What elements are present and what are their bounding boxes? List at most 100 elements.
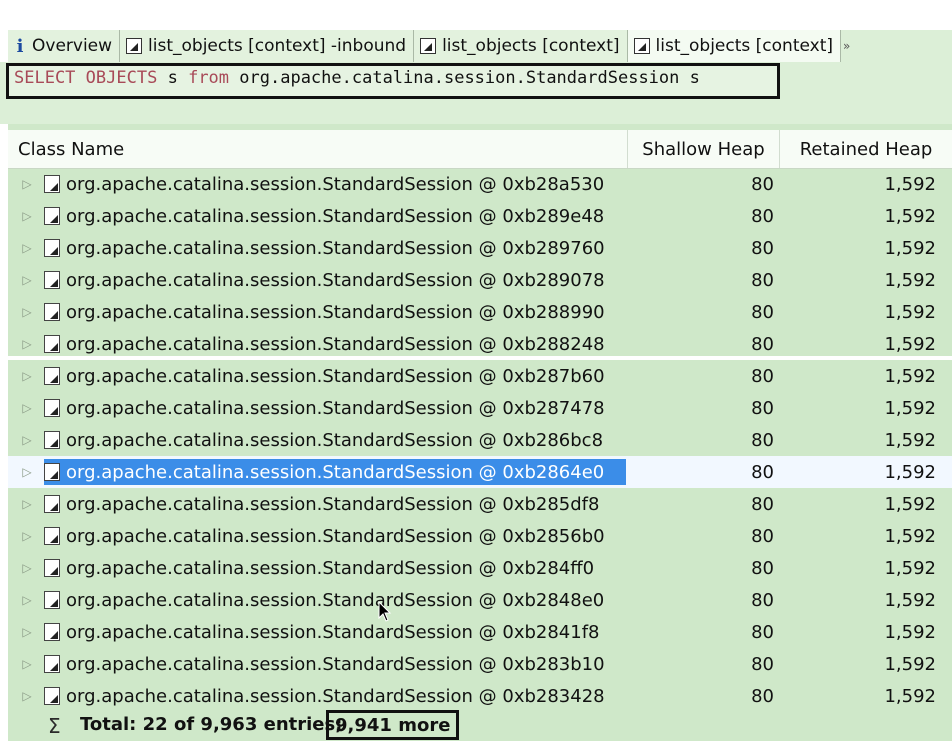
retained-heap-cell: 1,592	[884, 237, 936, 259]
column-header-class-name[interactable]: Class Name	[8, 130, 628, 168]
object-icon	[44, 527, 60, 545]
class-name-cell: org.apache.catalina.session.StandardSess…	[44, 363, 626, 389]
table-row[interactable]: ▷ org.apache.catalina.session.StandardSes…	[8, 552, 952, 584]
object-icon	[44, 559, 60, 577]
tab-list-objects-context-1[interactable]: list_objects [context]	[414, 30, 628, 62]
table-row[interactable]: ▷ org.apache.catalina.session.StandardSes…	[8, 456, 952, 488]
class-name-cell: org.apache.catalina.session.StandardSess…	[44, 427, 626, 453]
table-row[interactable]: ▷ org.apache.catalina.session.StandardSes…	[8, 232, 952, 264]
oql-alias: s	[689, 68, 700, 88]
document-icon	[420, 38, 437, 54]
document-icon	[633, 38, 650, 54]
shallow-heap-cell: 80	[751, 557, 774, 579]
total-row: Σ Total: 22 of 9,963 entries; 9,941 more	[8, 710, 952, 741]
object-icon	[44, 367, 60, 385]
class-name-text: org.apache.catalina.session.StandardSess…	[66, 525, 605, 547]
tab-bar: i Overview list_objects [context] -inbou…	[8, 30, 952, 63]
object-icon	[44, 687, 60, 705]
expand-triangle-icon[interactable]: ▷	[20, 488, 34, 520]
retained-heap-cell: 1,592	[884, 685, 936, 707]
sum-icon: Σ	[48, 714, 61, 738]
retained-heap-cell: 1,592	[884, 301, 936, 323]
oql-keyword: OBJECTS	[85, 68, 158, 88]
tab-overflow-icon[interactable]: »	[841, 30, 852, 62]
class-name-text: org.apache.catalina.session.StandardSess…	[66, 429, 604, 451]
expand-triangle-icon[interactable]: ▷	[20, 232, 34, 264]
expand-triangle-icon[interactable]: ▷	[20, 456, 34, 488]
table-row[interactable]: ▷ org.apache.catalina.session.StandardSes…	[8, 360, 952, 392]
expand-triangle-icon[interactable]: ▷	[20, 648, 34, 680]
table-row[interactable]: ▷ org.apache.catalina.session.StandardSes…	[8, 200, 952, 232]
object-icon	[44, 431, 60, 449]
expand-triangle-icon[interactable]: ▷	[20, 360, 34, 392]
class-name-cell: org.apache.catalina.session.StandardSess…	[44, 619, 626, 645]
class-name-cell: org.apache.catalina.session.StandardSess…	[44, 203, 626, 229]
retained-heap-cell: 1,592	[884, 173, 936, 195]
table-row[interactable]: ▷ org.apache.catalina.session.StandardSes…	[8, 648, 952, 680]
object-icon	[44, 463, 60, 481]
table-row[interactable]: ▷ org.apache.catalina.session.StandardSes…	[8, 520, 952, 552]
class-name-cell: org.apache.catalina.session.StandardSess…	[44, 491, 626, 517]
table-row[interactable]: ▷ org.apache.catalina.session.StandardSes…	[8, 392, 952, 424]
table-row[interactable]: ▷ org.apache.catalina.session.StandardSes…	[8, 616, 952, 648]
shallow-heap-cell: 80	[751, 365, 774, 387]
tab-overview[interactable]: i Overview	[8, 30, 121, 62]
object-icon	[44, 239, 60, 257]
expand-triangle-icon[interactable]: ▷	[20, 552, 34, 584]
expand-triangle-icon[interactable]: ▷	[20, 200, 34, 232]
column-header-retained-heap[interactable]: Retained Heap	[780, 130, 952, 168]
more-entries-link[interactable]: 9,941 more	[326, 710, 460, 740]
info-icon: i	[16, 35, 24, 57]
table-row[interactable]: ▷ org.apache.catalina.session.StandardSes…	[8, 424, 952, 456]
shallow-heap-cell: 80	[751, 525, 774, 547]
class-name-text: org.apache.catalina.session.StandardSess…	[66, 493, 600, 515]
shallow-heap-cell: 80	[751, 685, 774, 707]
class-name-cell: org.apache.catalina.session.StandardSess…	[44, 171, 626, 197]
object-icon	[44, 399, 60, 417]
expand-triangle-icon[interactable]: ▷	[20, 680, 34, 712]
class-name-text: org.apache.catalina.session.StandardSess…	[66, 685, 605, 707]
expand-triangle-icon[interactable]: ▷	[20, 296, 34, 328]
table-row[interactable]: ▷ org.apache.catalina.session.StandardSes…	[8, 680, 952, 712]
class-name-cell: org.apache.catalina.session.StandardSess…	[44, 395, 626, 421]
tab-label: list_objects [context] -inbound	[148, 36, 407, 56]
retained-heap-cell: 1,592	[884, 589, 936, 611]
class-name-text: org.apache.catalina.session.StandardSess…	[66, 365, 605, 387]
shallow-heap-cell: 80	[751, 173, 774, 195]
retained-heap-cell: 1,592	[884, 461, 936, 483]
expand-triangle-icon[interactable]: ▷	[20, 264, 34, 296]
shallow-heap-cell: 80	[751, 461, 774, 483]
shallow-heap-cell: 80	[751, 333, 774, 355]
object-icon	[44, 207, 60, 225]
mouse-cursor-icon	[378, 601, 392, 622]
tab-label: list_objects [context]	[655, 36, 834, 56]
oql-keyword: SELECT	[14, 68, 76, 88]
class-name-cell: org.apache.catalina.session.StandardSess…	[44, 331, 626, 357]
oql-query-input[interactable]: SELECT OBJECTS s from org.apache.catalin…	[6, 63, 780, 99]
table-row[interactable]: ▷ org.apache.catalina.session.StandardSes…	[8, 488, 952, 520]
tab-label: Overview	[32, 36, 113, 56]
class-name-text: org.apache.catalina.session.StandardSess…	[66, 269, 605, 291]
expand-triangle-icon[interactable]: ▷	[20, 168, 34, 200]
table-row[interactable]: ▷ org.apache.catalina.session.StandardSes…	[8, 584, 952, 616]
table-row[interactable]: ▷ org.apache.catalina.session.StandardSes…	[8, 168, 952, 200]
expand-triangle-icon[interactable]: ▷	[20, 520, 34, 552]
class-name-cell: org.apache.catalina.session.StandardSess…	[44, 587, 626, 613]
retained-heap-cell: 1,592	[884, 397, 936, 419]
expand-triangle-icon[interactable]: ▷	[20, 424, 34, 456]
expand-triangle-icon[interactable]: ▷	[20, 616, 34, 648]
class-name-text: org.apache.catalina.session.StandardSess…	[66, 333, 605, 355]
expand-triangle-icon[interactable]: ▷	[20, 392, 34, 424]
class-name-text: org.apache.catalina.session.StandardSess…	[66, 653, 605, 675]
table-row[interactable]: ▷ org.apache.catalina.session.StandardSes…	[8, 264, 952, 296]
class-name-text: org.apache.catalina.session.StandardSess…	[66, 397, 605, 419]
column-header-shallow-heap[interactable]: Shallow Heap	[628, 130, 780, 168]
expand-triangle-icon[interactable]: ▷	[20, 584, 34, 616]
shallow-heap-cell: 80	[751, 269, 774, 291]
results-table: Class Name Shallow Heap Retained Heap ▷ o…	[8, 124, 952, 741]
tab-list-objects-inbound[interactable]: list_objects [context] -inbound	[120, 30, 415, 62]
class-name-text: org.apache.catalina.session.StandardSess…	[66, 557, 595, 579]
table-row[interactable]: ▷ org.apache.catalina.session.StandardSes…	[8, 296, 952, 328]
memory-analyzer-view: i Overview list_objects [context] -inbou…	[0, 0, 952, 741]
tab-list-objects-context-2[interactable]: list_objects [context]	[627, 30, 842, 62]
